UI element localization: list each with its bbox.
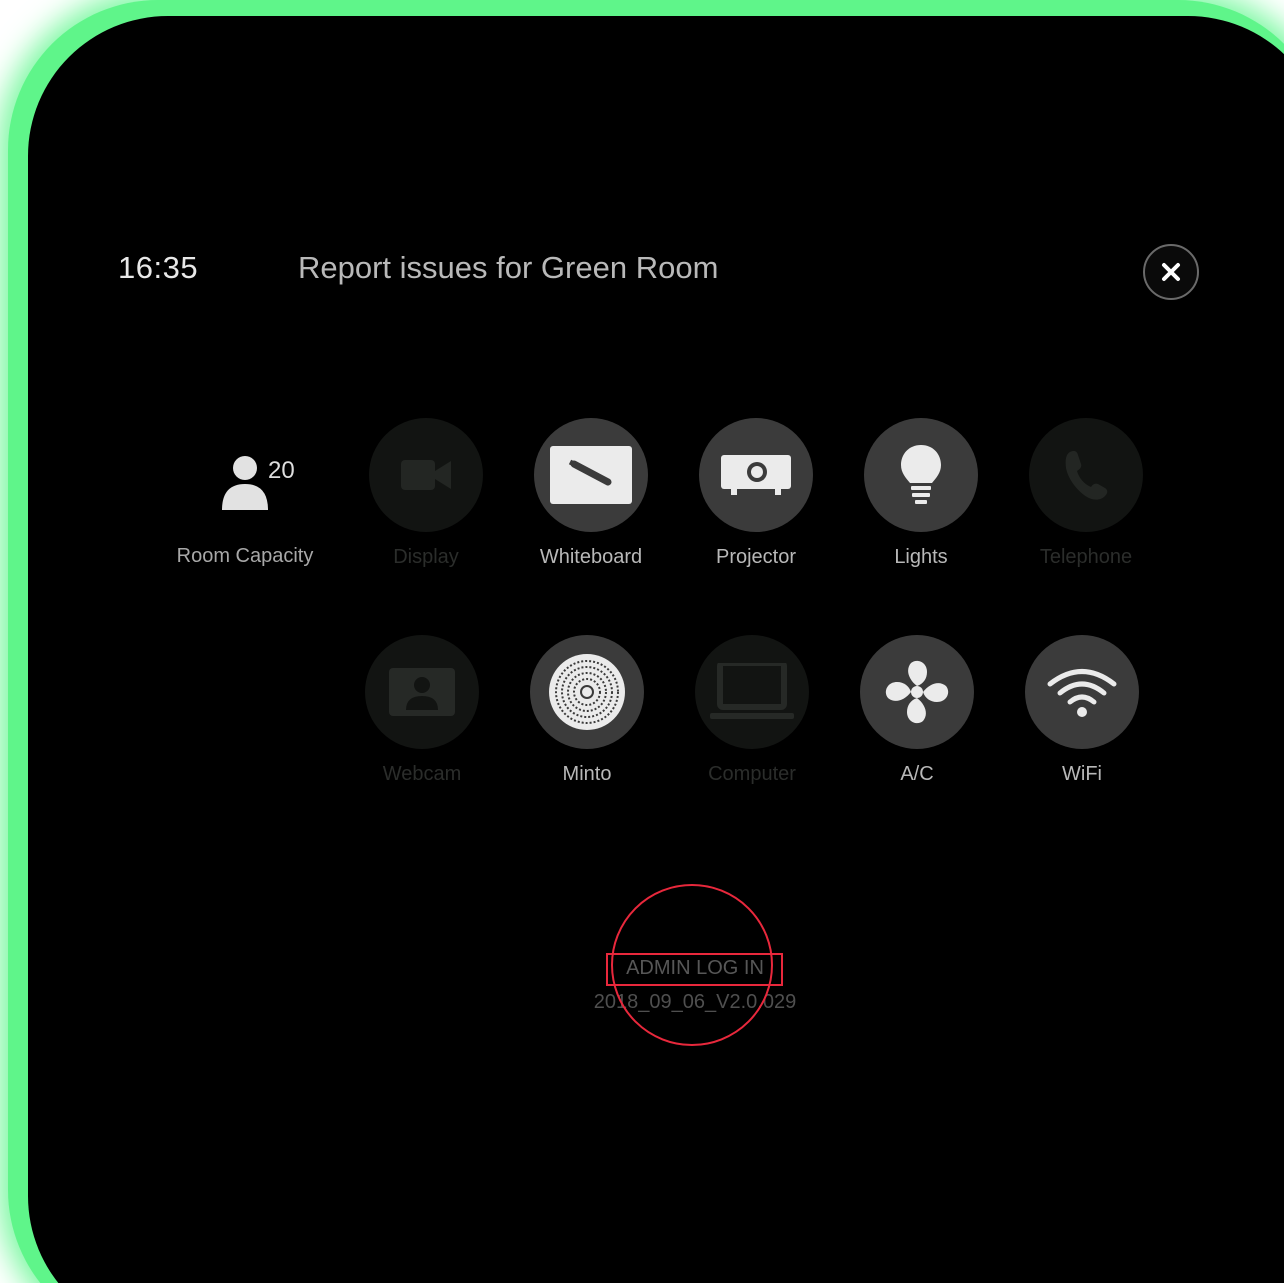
device: 16:35 Report issues for Green Room 20 Ro… — [0, 0, 1284, 1283]
issue-telephone-circle — [1029, 418, 1143, 532]
issue-projector[interactable]: Projector — [676, 418, 836, 598]
page-title: Report issues for Green Room — [298, 250, 719, 285]
issue-webcam[interactable]: Webcam — [342, 635, 502, 815]
issue-ac-label: A/C — [900, 763, 934, 785]
issue-computer-label: Computer — [708, 763, 796, 785]
issue-wifi-label: WiFi — [1062, 763, 1102, 785]
issue-computer[interactable]: Computer — [672, 635, 832, 815]
issue-minto-label: Minto — [562, 763, 612, 785]
issue-minto[interactable]: Minto — [507, 635, 667, 815]
issue-display[interactable]: Display — [346, 418, 506, 598]
fan-icon — [885, 660, 949, 724]
person-icon — [222, 456, 268, 510]
issue-telephone[interactable]: Telephone — [1006, 418, 1166, 598]
issue-computer-circle — [695, 635, 809, 749]
issue-lights-circle — [864, 418, 978, 532]
phone-icon — [1065, 451, 1108, 500]
wifi-icon — [1047, 669, 1117, 717]
issue-whiteboard[interactable]: Whiteboard — [511, 418, 671, 598]
issue-ac[interactable]: A/C — [837, 635, 997, 815]
whiteboard-icon — [550, 446, 632, 504]
webcam-icon — [389, 668, 455, 716]
issue-whiteboard-label: Whiteboard — [539, 546, 643, 568]
issue-projector-label: Projector — [715, 546, 797, 568]
projector-icon — [721, 455, 791, 495]
issue-minto-circle — [530, 635, 644, 749]
issue-webcam-circle — [365, 635, 479, 749]
version-text: 2018_09_06_V2.0.029 — [593, 991, 797, 1013]
issue-telephone-label: Telephone — [1039, 546, 1133, 568]
close-icon — [1162, 263, 1180, 281]
issue-whiteboard-circle — [534, 418, 648, 532]
laptop-icon — [710, 663, 794, 719]
issue-projector-circle — [699, 418, 813, 532]
capacity-label: Room Capacity — [176, 545, 314, 567]
speaker-puck-icon — [549, 654, 625, 730]
admin-login-link[interactable]: ADMIN LOG IN — [540, 957, 850, 980]
issue-lights[interactable]: Lights — [841, 418, 1001, 598]
issue-ac-circle — [860, 635, 974, 749]
issue-wifi[interactable]: WiFi — [1002, 635, 1162, 815]
video-camera-icon — [401, 460, 451, 490]
issue-display-circle — [369, 418, 483, 532]
close-button[interactable] — [1143, 244, 1199, 300]
lightbulb-icon — [901, 445, 941, 504]
issue-display-label: Display — [393, 546, 459, 568]
issue-wifi-circle — [1025, 635, 1139, 749]
capacity-count: 20 — [268, 457, 295, 484]
clock: 16:35 — [118, 250, 199, 285]
issue-lights-label: Lights — [894, 546, 948, 568]
issue-webcam-label: Webcam — [382, 763, 462, 785]
